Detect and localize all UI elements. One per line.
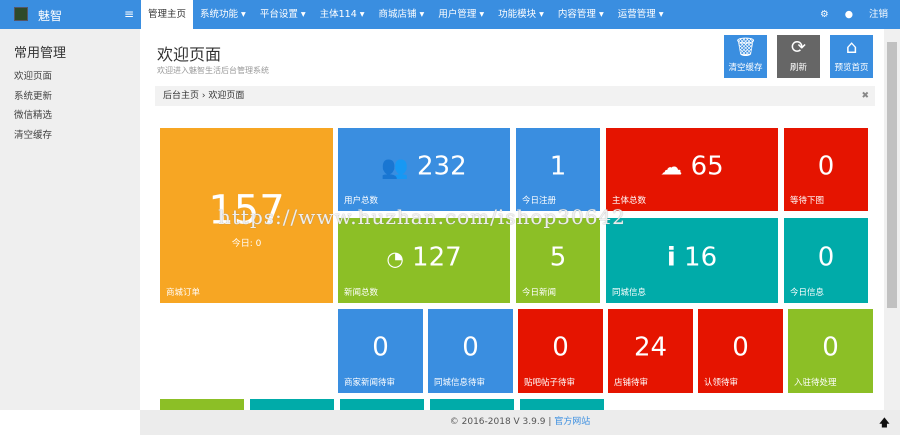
tile-label: 店铺待审 [614, 378, 649, 388]
tile-merchant-news-review[interactable]: 0 商家新闻待审 [338, 309, 423, 393]
tile-value: 0 [822, 332, 839, 363]
tile-label: 商城订单 [166, 288, 201, 298]
breadcrumb-text[interactable]: 后台主页 › 欢迎页面 [163, 91, 244, 101]
tile-label: 主体总数 [612, 196, 647, 206]
breadcrumb: 后台主页 › 欢迎页面 ✖ [155, 86, 875, 106]
tile-city-info-review[interactable]: 0 同城信息待审 [428, 309, 513, 393]
nav-shop[interactable]: 商城店铺 ▾ [372, 0, 432, 29]
tile-value: 232 [417, 150, 467, 181]
refresh-label: 刷新 [789, 63, 807, 73]
sidebar-item-clear-cache[interactable]: 清空缓存 [14, 126, 140, 146]
tile-subjects[interactable]: ☁ 65 主体总数 [606, 128, 778, 211]
tile-label: 新闻总数 [344, 288, 379, 298]
tile-partial[interactable] [520, 399, 604, 410]
tile-label: 用户总数 [344, 196, 379, 206]
nav-subject[interactable]: 主体114 ▾ [313, 0, 372, 29]
tile-label: 商家新闻待审 [344, 378, 396, 388]
tile-value: 0 [817, 241, 835, 272]
nav-users[interactable]: 用户管理 ▾ [431, 0, 491, 29]
tile-value: 157 [208, 186, 285, 233]
clear-cache-button[interactable]: 🗑 清空缓存 [724, 35, 767, 78]
gear-icon[interactable]: ⚙ [820, 0, 829, 29]
menu-toggle-icon[interactable]: ≡ [124, 7, 134, 21]
tile-label: 同城信息待审 [434, 378, 486, 388]
tile-pending[interactable]: 0 等待下图 [784, 128, 868, 211]
tile-label: 认领待审 [704, 378, 739, 388]
tile-join-pending[interactable]: 0 入驻待处理 [788, 309, 873, 393]
top-navbar: 魅智 ≡ 管理主页 系统功能 ▾ 平台设置 ▾ 主体114 ▾ 商城店铺 ▾ 用… [0, 0, 900, 29]
tile-label: 贴吧帖子待审 [524, 378, 576, 388]
tile-label: 入驻待处理 [794, 378, 837, 388]
tile-label: 今日新闻 [522, 288, 557, 298]
tile-value: 65 [690, 150, 724, 181]
clear-cache-label: 清空缓存 [728, 63, 763, 73]
main-nav: 管理主页 系统功能 ▾ 平台设置 ▾ 主体114 ▾ 商城店铺 ▾ 用户管理 ▾… [141, 0, 671, 29]
tile-today-news[interactable]: 5 今日新闻 [516, 218, 600, 303]
trash-icon: 🗑 [734, 37, 757, 58]
scrollbar[interactable] [884, 29, 900, 410]
tile-post-review[interactable]: 0 贴吧帖子待审 [518, 309, 603, 393]
tile-shop-review[interactable]: 24 店铺待审 [608, 309, 693, 393]
tile-today-info[interactable]: 0 今日信息 [784, 218, 868, 303]
page-subtitle: 欢迎进入魅智生活后台管理系统 [157, 66, 269, 75]
page-title: 欢迎页面 [157, 45, 222, 64]
theme-drop-icon[interactable]: ● [845, 0, 853, 29]
nav-operations[interactable]: 运营管理 ▾ [611, 0, 671, 29]
tile-news[interactable]: ◔ 127 新闻总数 [338, 218, 510, 303]
sidebar-item-welcome[interactable]: 欢迎页面 [14, 67, 140, 87]
tile-value: 24 [633, 332, 668, 363]
tile-orders[interactable]: 157 今日: 0 商城订单 [160, 128, 333, 303]
sidebar-item-update[interactable]: 系统更新 [14, 87, 140, 107]
users-icon: 👥 [381, 154, 409, 180]
tile-partial[interactable] [250, 399, 334, 410]
footer: © 2016-2018 V 3.9.9 | 官方网站 🡅 [140, 410, 900, 435]
tile-sub: 今日: 0 [231, 239, 262, 249]
official-site-link[interactable]: 官方网站 [554, 417, 590, 427]
tile-value: 5 [549, 241, 567, 272]
refresh-button[interactable]: ⟳ 刷新 [777, 35, 820, 78]
tile-value: 16 [684, 241, 718, 272]
home-icon: ⌂ [845, 37, 858, 58]
tile-value: 0 [462, 332, 479, 363]
sidebar: 常用管理 欢迎页面 系统更新 微信精选 清空缓存 [0, 29, 140, 410]
tile-value: 0 [372, 332, 389, 363]
close-icon[interactable]: ✖ [861, 86, 869, 106]
nav-platform[interactable]: 平台设置 ▾ [253, 0, 313, 29]
tile-label: 今日信息 [790, 288, 825, 298]
back-to-top-icon[interactable]: 🡅 [879, 410, 890, 435]
refresh-icon: ⟳ [790, 37, 807, 58]
nav-system[interactable]: 系统功能 ▾ [193, 0, 253, 29]
tile-city[interactable]: i 16 同城信息 [606, 218, 778, 303]
tile-claim-review[interactable]: 0 认领待审 [698, 309, 783, 393]
brand-name: 魅智 [38, 9, 63, 23]
tile-value: 0 [552, 332, 569, 363]
tile-partial[interactable] [160, 399, 244, 410]
tile-partial[interactable] [430, 399, 514, 410]
tile-value: 127 [412, 241, 462, 272]
rss-icon: ◔ [386, 245, 404, 270]
tile-value: 1 [549, 150, 567, 181]
tile-label: 同城信息 [612, 288, 647, 298]
tile-today-reg[interactable]: 1 今日注册 [516, 128, 600, 211]
sidebar-title: 常用管理 [14, 46, 67, 61]
logo [14, 7, 28, 21]
tile-value: 0 [732, 332, 749, 363]
tile-users[interactable]: 👥 232 用户总数 [338, 128, 510, 211]
preview-label: 预览首页 [834, 63, 869, 73]
tile-label: 今日注册 [522, 196, 557, 206]
nav-home[interactable]: 管理主页 [141, 0, 194, 29]
copyright: © 2016-2018 V 3.9.9 | [449, 417, 555, 427]
nav-content[interactable]: 内容管理 ▾ [551, 0, 611, 29]
info-icon: i [666, 241, 676, 272]
sidebar-item-wechat[interactable]: 微信精选 [14, 106, 140, 126]
tile-partial[interactable] [340, 399, 424, 410]
nav-modules[interactable]: 功能模块 ▾ [491, 0, 551, 29]
main-content: 欢迎页面 欢迎进入魅智生活后台管理系统 🗑 清空缓存 ⟳ 刷新 ⌂ 预览首页 后台主页… [140, 29, 884, 410]
scrollbar-thumb[interactable] [887, 42, 897, 308]
preview-home-button[interactable]: ⌂ 预览首页 [830, 35, 873, 78]
cloud-upload-icon: ☁ [660, 154, 683, 180]
tile-value: 0 [817, 150, 835, 181]
logout-link[interactable]: 注销 [869, 0, 888, 29]
tile-label: 等待下图 [790, 196, 825, 206]
